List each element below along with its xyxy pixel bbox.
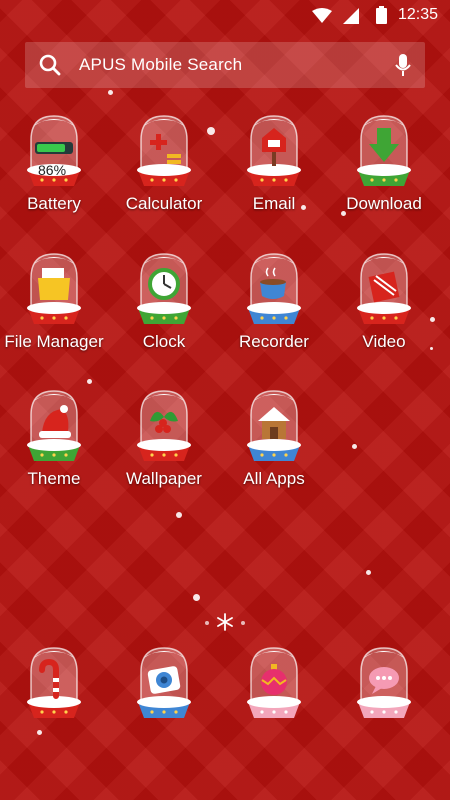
dock-app-3[interactable] <box>219 644 329 722</box>
holly-globe-icon <box>137 390 191 461</box>
santa-hat-globe-icon <box>27 390 81 461</box>
app-label: File Manager <box>4 332 104 351</box>
app-label: Video <box>362 332 406 351</box>
status-time: 12:35 <box>397 6 438 23</box>
app-file-manager[interactable]: File Manager <box>0 250 109 352</box>
snow-dot <box>176 512 182 518</box>
page-dot <box>205 621 209 625</box>
page-dot <box>241 621 245 625</box>
camera-globe-icon <box>137 647 191 718</box>
search-bar[interactable]: APUS Mobile Search <box>25 42 425 88</box>
gift-globe-icon <box>357 253 411 324</box>
clock-globe-icon <box>137 253 191 324</box>
battery-globe-icon <box>27 115 81 186</box>
app-wallpaper[interactable]: Wallpaper <box>109 387 219 489</box>
app-email[interactable]: Email <box>219 112 329 214</box>
app-label: Wallpaper <box>126 469 202 488</box>
app-label: Calculator <box>125 194 203 213</box>
calculator-globe-icon <box>137 115 191 186</box>
folder-globe-icon <box>27 253 81 324</box>
wifi-icon <box>312 8 332 23</box>
app-video[interactable]: Video <box>329 250 439 352</box>
status-bar: 12:35 <box>0 0 450 32</box>
app-calculator[interactable]: Calculator <box>109 112 219 214</box>
mic-icon[interactable] <box>395 54 411 78</box>
snow-dot <box>366 570 371 575</box>
mailbox-globe-icon <box>247 115 301 186</box>
page-indicator <box>0 612 450 632</box>
app-label: Theme <box>27 469 81 488</box>
app-label: Clock <box>142 332 186 351</box>
house-globe-icon <box>247 390 301 461</box>
app-label: All Apps <box>243 469 305 488</box>
snowflake-icon <box>217 613 233 631</box>
snow-dot <box>193 594 200 601</box>
snow-dot <box>87 379 92 384</box>
battery-icon <box>376 6 387 24</box>
app-label: Download <box>346 194 422 213</box>
app-battery[interactable]: 86% Battery <box>0 112 109 214</box>
ornament-globe-icon <box>247 647 301 718</box>
search-input[interactable]: APUS Mobile Search <box>79 55 242 75</box>
cup-globe-icon <box>247 253 301 324</box>
app-all-apps[interactable]: All Apps <box>219 387 329 489</box>
snow-dot <box>108 90 113 95</box>
app-label: Email <box>252 194 296 213</box>
app-label: Recorder <box>239 332 309 351</box>
dock-app-4[interactable] <box>329 644 439 722</box>
candy-cane-globe-icon <box>27 647 81 718</box>
signal-icon <box>343 8 359 24</box>
chat-globe-icon <box>357 647 411 718</box>
dock-app-2[interactable] <box>109 644 219 722</box>
download-globe-icon <box>357 115 411 186</box>
battery-percent: 86% <box>38 162 67 178</box>
search-icon[interactable] <box>39 54 61 76</box>
app-download[interactable]: Download <box>329 112 439 214</box>
app-label: Battery <box>27 194 81 213</box>
snow-dot <box>37 730 42 735</box>
app-clock[interactable]: Clock <box>109 250 219 352</box>
snow-dot <box>352 444 357 449</box>
app-recorder[interactable]: Recorder <box>219 250 329 352</box>
dock-app-1[interactable] <box>0 644 109 722</box>
app-theme[interactable]: Theme <box>0 387 109 489</box>
